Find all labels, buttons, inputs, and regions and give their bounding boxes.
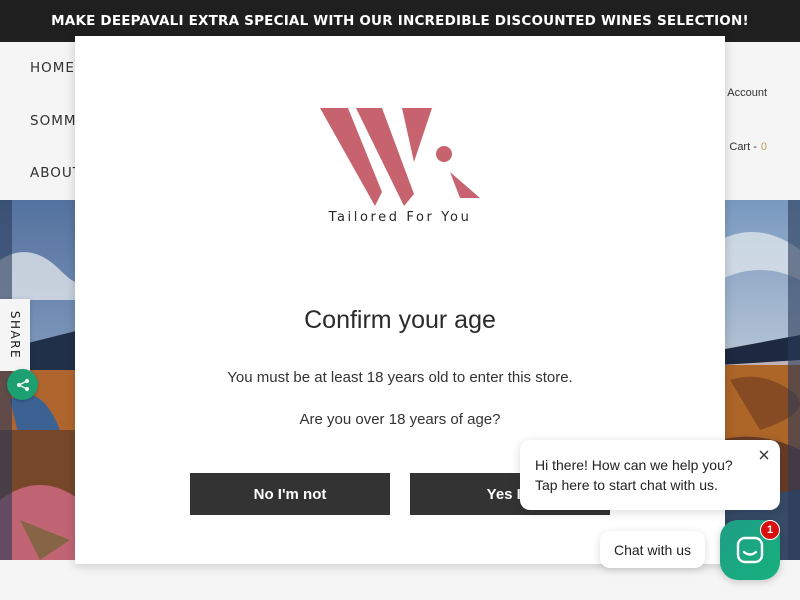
chat-greeting-line1: Hi there! How can we help you?: [535, 457, 733, 473]
decline-age-button[interactable]: No I'm not: [190, 473, 390, 515]
decline-age-label: No I'm not: [253, 485, 327, 503]
brand-logo-icon: [320, 108, 480, 206]
chat-notification-badge: 1: [760, 520, 780, 540]
chat-greeting-line2: Tap here to start chat with us.: [535, 477, 718, 493]
close-icon[interactable]: [757, 448, 771, 462]
chat-greeting-popup[interactable]: Hi there! How can we help you? Tap here …: [520, 440, 780, 510]
chat-with-us-button[interactable]: Chat with us: [600, 531, 705, 568]
announcement-text: MAKE DEEPAVALI EXTRA SPECIAL WITH OUR IN…: [51, 13, 749, 29]
age-requirement-text: You must be at least 18 years old to ent…: [227, 369, 573, 386]
chat-icon: [736, 536, 764, 564]
chat-with-us-label: Chat with us: [613, 541, 692, 558]
modal-title: Confirm your age: [304, 306, 496, 334]
age-question-text: Are you over 18 years of age?: [299, 411, 501, 428]
logo-tagline: Tailored For You: [328, 210, 472, 225]
